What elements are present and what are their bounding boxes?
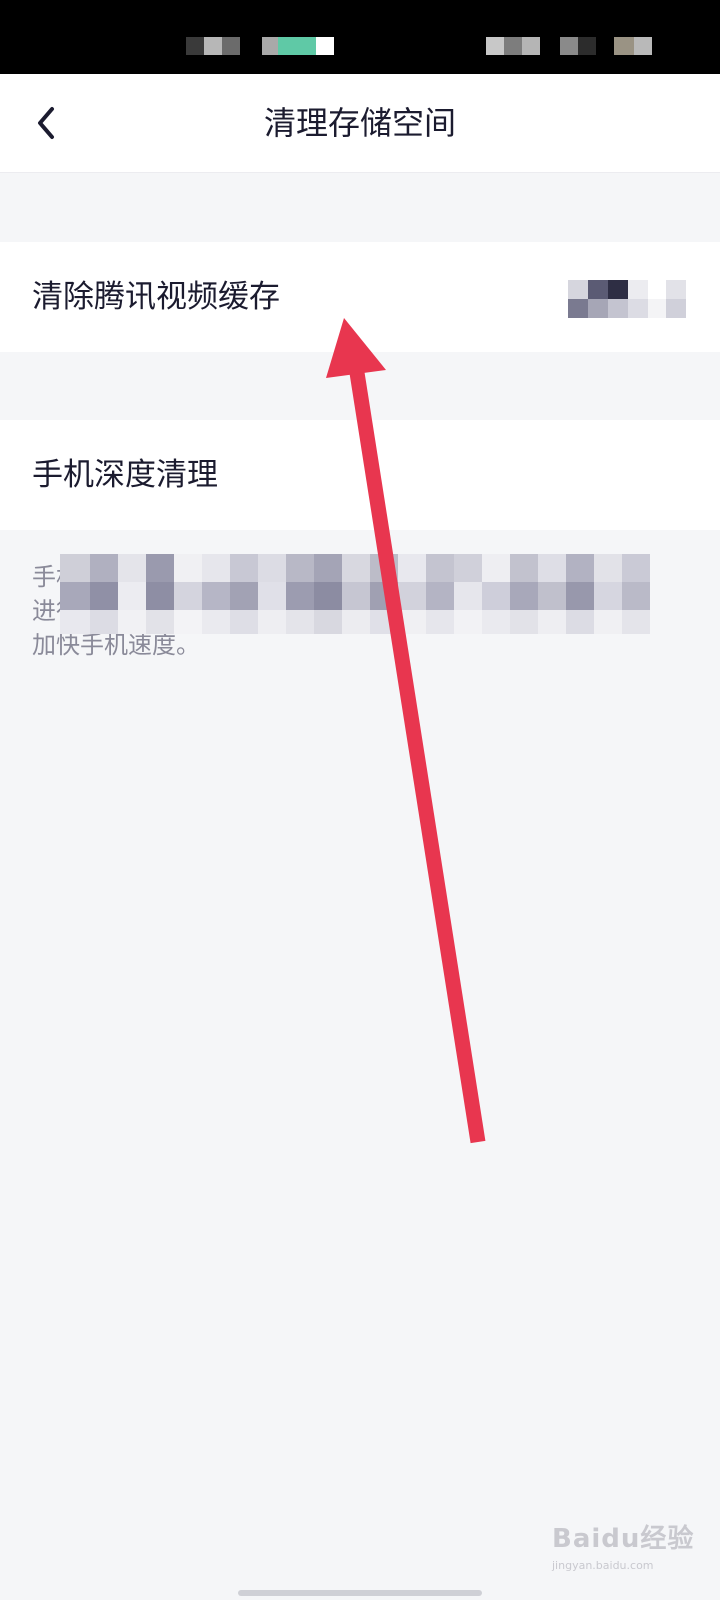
status-pixel xyxy=(560,37,578,55)
deep-clean-label: 手机深度清理 xyxy=(32,457,218,493)
status-pixel xyxy=(578,37,596,55)
back-button[interactable] xyxy=(22,98,72,148)
clear-cache-row[interactable]: 清除腾讯视频缓存 xyxy=(0,242,720,352)
description-redacted-mosaic xyxy=(60,554,650,634)
status-pixel xyxy=(522,37,540,55)
annotation-arrow xyxy=(326,318,486,1144)
status-pixel xyxy=(504,37,522,55)
redacted-mosaic xyxy=(568,280,686,318)
status-pixel xyxy=(278,37,316,55)
status-pixel xyxy=(262,37,278,55)
status-pixel xyxy=(186,37,204,55)
baidu-watermark: Baidu经验 jingyan.baidu.com xyxy=(552,1518,702,1578)
top-nav-bar: 清理存储空间 xyxy=(0,74,720,173)
watermark-brand: Baidu经验 xyxy=(552,1524,695,1554)
status-pixel xyxy=(222,37,240,55)
clear-cache-label: 清除腾讯视频缓存 xyxy=(32,279,280,315)
status-pixel xyxy=(204,37,222,55)
status-bar xyxy=(0,0,720,74)
cache-size-value-redacted xyxy=(568,280,686,318)
status-pixel xyxy=(614,37,634,55)
deep-clean-row[interactable]: 手机深度清理 xyxy=(0,420,720,530)
status-pixel xyxy=(316,37,334,55)
page-title: 清理存储空间 xyxy=(263,104,456,142)
status-pixel xyxy=(634,37,652,55)
chevron-left-icon xyxy=(38,107,54,139)
home-indicator[interactable] xyxy=(238,1590,482,1596)
watermark-url: jingyan.baidu.com xyxy=(552,1559,654,1572)
status-pixel xyxy=(486,37,504,55)
